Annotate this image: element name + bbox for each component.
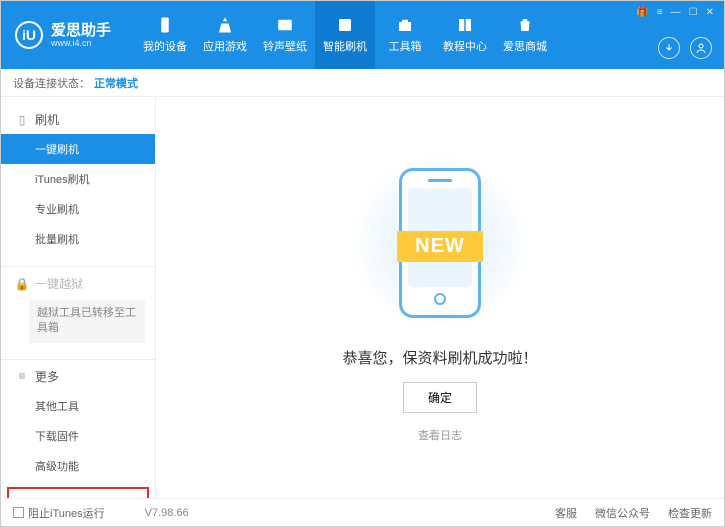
nav-label: 我的设备 xyxy=(143,38,187,54)
sidebar-item-other-tools[interactable]: 其他工具 xyxy=(1,391,155,421)
sidebar-item-download-firmware[interactable]: 下载固件 xyxy=(1,421,155,451)
new-ribbon: NEW xyxy=(397,231,483,262)
nav-label: 应用游戏 xyxy=(203,38,247,54)
nav-apps[interactable]: 应用游戏 xyxy=(195,1,255,69)
group-title: 一键越狱 xyxy=(35,275,83,292)
sidebar-item-itunes-flash[interactable]: iTunes刷机 xyxy=(1,164,155,194)
checkbox-icon xyxy=(13,507,24,518)
checkbox-label: 阻止iTunes运行 xyxy=(28,505,105,521)
status-bar: 设备连接状态： 正常模式 xyxy=(1,69,724,97)
version-label: V7.98.66 xyxy=(145,507,189,519)
nav-label: 教程中心 xyxy=(443,38,487,54)
nav-toolbox[interactable]: 工具箱 xyxy=(375,1,435,69)
ok-button[interactable]: 确定 xyxy=(403,382,477,413)
nav-ringtones[interactable]: 铃声壁纸 xyxy=(255,1,315,69)
app-icon xyxy=(216,16,234,34)
window-controls: 🎁 ≡ — ☐ ✕ xyxy=(636,7,714,18)
sidebar-item-oneclick-flash[interactable]: 一键刷机 xyxy=(1,134,155,164)
maximize-button[interactable]: ☐ xyxy=(689,7,698,18)
app-url: www.i4.cn xyxy=(51,38,111,48)
footer-support[interactable]: 客服 xyxy=(555,505,577,521)
toolbox-icon xyxy=(396,16,414,34)
footer-wechat[interactable]: 微信公众号 xyxy=(595,505,650,521)
app-header: iU 爱思助手 www.i4.cn 我的设备 应用游戏 铃声壁纸 智能刷机 xyxy=(1,1,724,69)
logo-icon: iU xyxy=(15,21,43,49)
view-log-link[interactable]: 查看日志 xyxy=(418,427,462,443)
menu-icon[interactable]: ≡ xyxy=(657,7,663,18)
image-icon xyxy=(276,16,294,34)
flash-icon xyxy=(336,16,354,34)
main-panel: NEW 恭喜您，保资料刷机成功啦！ 确定 查看日志 xyxy=(156,97,724,498)
group-title: 更多 xyxy=(35,368,59,385)
book-icon xyxy=(456,16,474,34)
nav-tutorials[interactable]: 教程中心 xyxy=(435,1,495,69)
status-label: 设备连接状态： xyxy=(13,75,90,91)
list-icon: ≡ xyxy=(15,369,29,383)
sidebar-item-advanced[interactable]: 高级功能 xyxy=(1,451,155,481)
sidebar-item-pro-flash[interactable]: 专业刷机 xyxy=(1,194,155,224)
sidebar-item-batch-flash[interactable]: 批量刷机 xyxy=(1,224,155,254)
group-title: 刷机 xyxy=(35,111,59,128)
shop-icon xyxy=(516,16,534,34)
logo: iU 爱思助手 www.i4.cn xyxy=(15,21,111,49)
sidebar-group-jailbreak[interactable]: 🔒 一键越狱 xyxy=(1,266,155,298)
phone-icon xyxy=(156,16,174,34)
lock-icon: 🔒 xyxy=(15,277,29,291)
nav-flash[interactable]: 智能刷机 xyxy=(315,1,375,69)
nav-label: 工具箱 xyxy=(389,38,422,54)
header-actions xyxy=(658,37,712,59)
success-message: 恭喜您，保资料刷机成功啦！ xyxy=(342,347,537,368)
close-button[interactable]: ✕ xyxy=(706,7,714,18)
sidebar-group-more[interactable]: ≡ 更多 xyxy=(1,359,155,391)
gift-icon[interactable]: 🎁 xyxy=(636,7,648,18)
nav-shop[interactable]: 爱思商城 xyxy=(495,1,555,69)
footer-update[interactable]: 检查更新 xyxy=(668,505,712,521)
status-mode: 正常模式 xyxy=(94,75,138,91)
nav-label: 铃声壁纸 xyxy=(263,38,307,54)
footer: 阻止iTunes运行 V7.98.66 客服 微信公众号 检查更新 xyxy=(1,498,724,526)
top-nav: 我的设备 应用游戏 铃声壁纸 智能刷机 工具箱 教程中心 xyxy=(135,1,555,69)
minimize-button[interactable]: — xyxy=(671,7,681,18)
nav-label: 智能刷机 xyxy=(323,38,367,54)
jailbreak-notice: 越狱工具已转移至工具箱 xyxy=(29,300,145,343)
success-illustration: NEW xyxy=(350,153,530,333)
app-name: 爱思助手 xyxy=(51,23,111,38)
download-button[interactable] xyxy=(658,37,680,59)
nav-my-device[interactable]: 我的设备 xyxy=(135,1,195,69)
user-button[interactable] xyxy=(690,37,712,59)
sidebar-options-highlight: 自动激活 跳过向导 xyxy=(7,487,149,498)
checkbox-block-itunes[interactable]: 阻止iTunes运行 xyxy=(13,505,105,521)
sidebar: ▯ 刷机 一键刷机 iTunes刷机 专业刷机 批量刷机 🔒 一键越狱 越狱工具… xyxy=(1,97,156,498)
nav-label: 爱思商城 xyxy=(503,38,547,54)
phone-icon: ▯ xyxy=(15,113,29,127)
sidebar-group-flash[interactable]: ▯ 刷机 xyxy=(1,105,155,134)
